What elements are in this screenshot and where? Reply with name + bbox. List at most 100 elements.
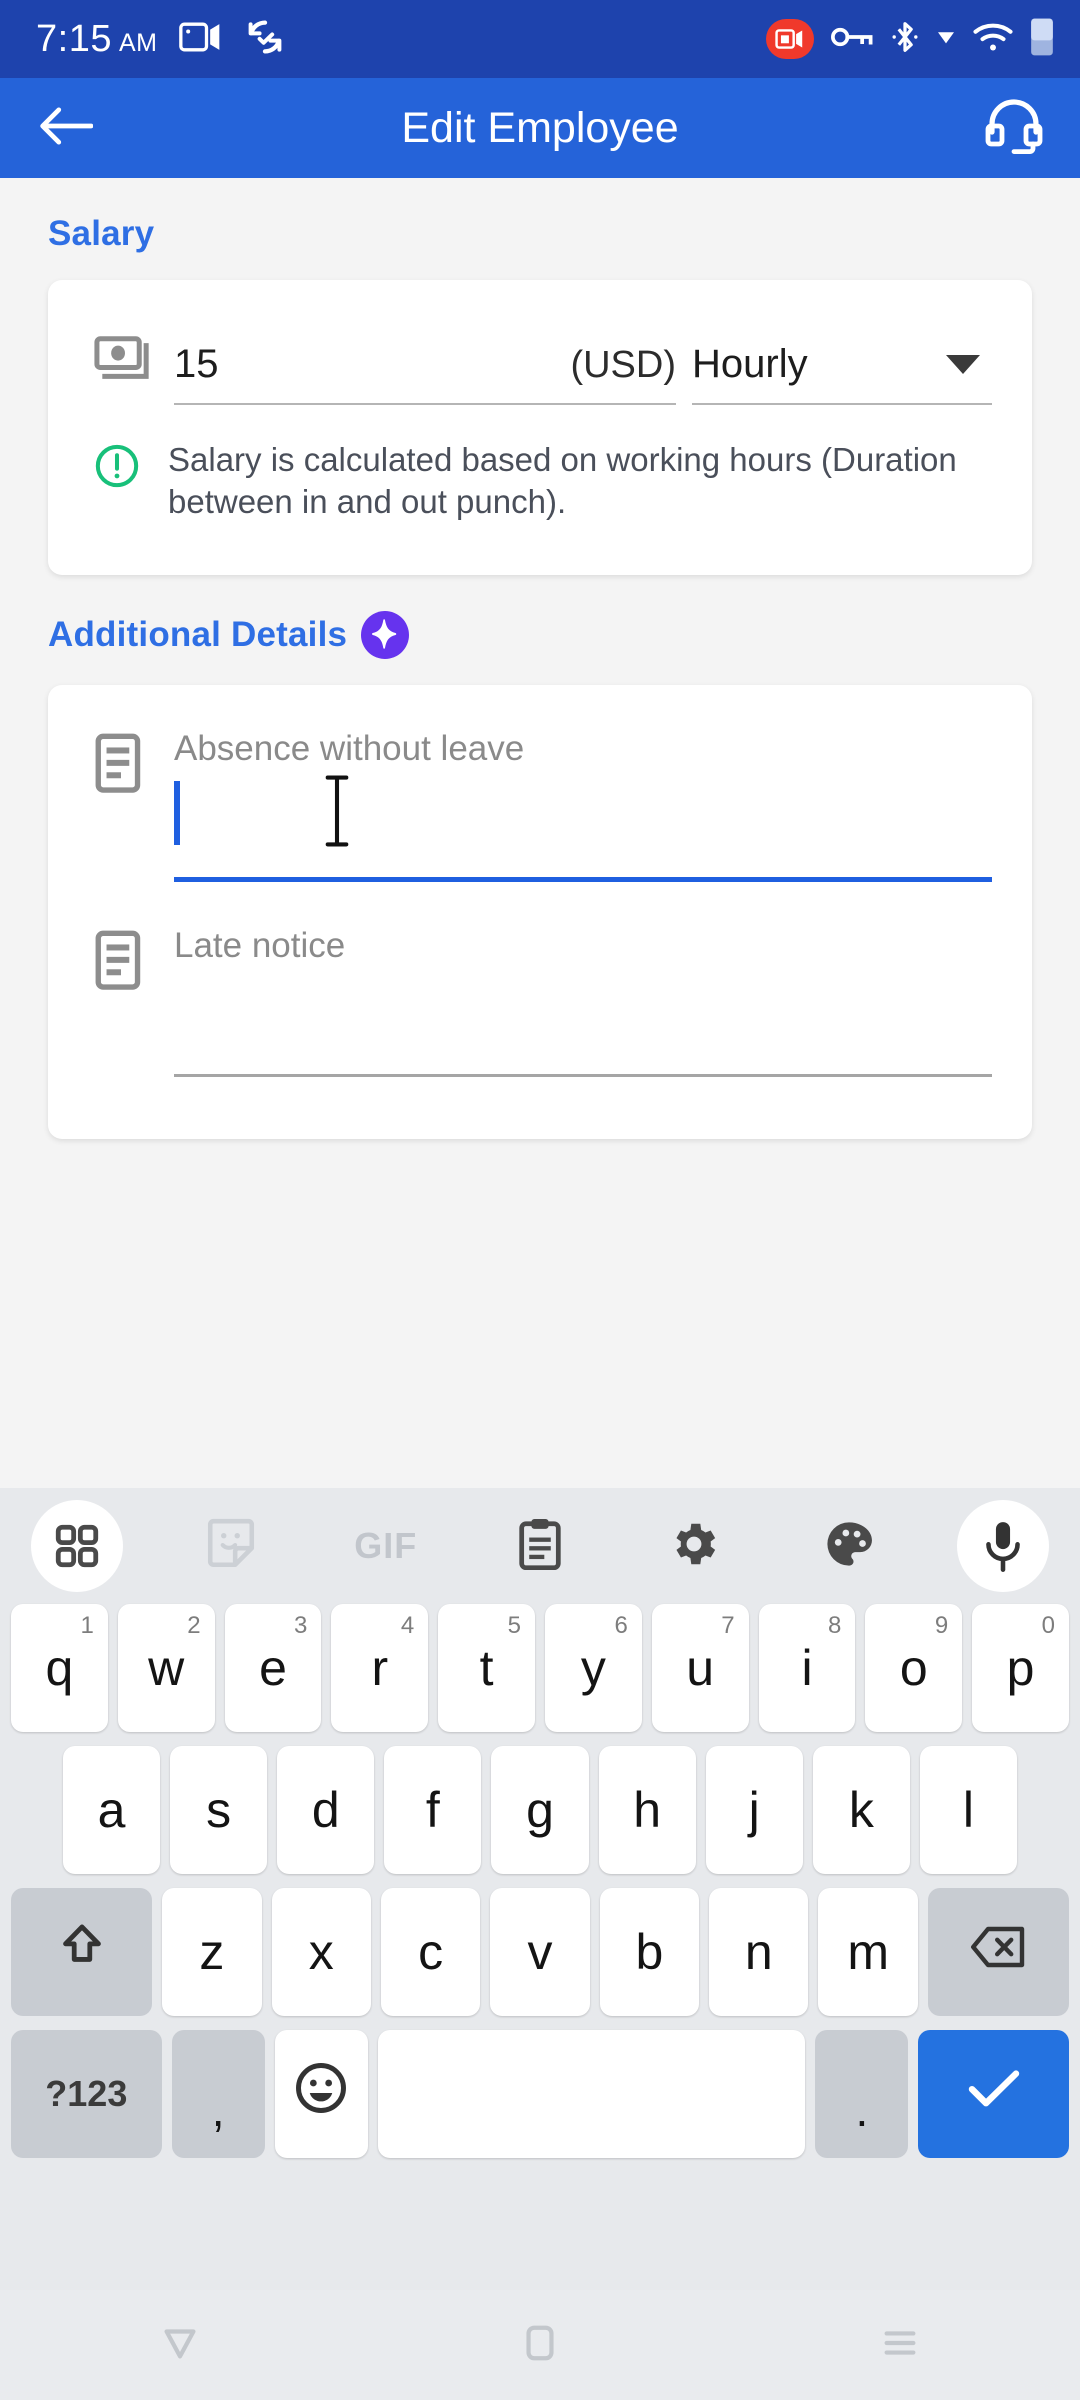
keyboard-row-1: 1q 2w 3e 4r 5t 6y 7u 8i 9o 0p	[6, 1604, 1074, 1732]
keyboard-tool-clipboard[interactable]	[463, 1516, 617, 1577]
screen-record-badge	[766, 19, 814, 59]
microphone-icon	[956, 1500, 1049, 1592]
salary-currency-label: (USD)	[570, 344, 676, 386]
page-title: Edit Employee	[401, 103, 679, 152]
sparkle-badge-icon	[361, 611, 410, 660]
nav-home-button[interactable]	[360, 2320, 720, 2371]
field-late-notice[interactable]: Late notice	[48, 882, 1032, 1078]
salary-amount-field[interactable]: 15 (USD)	[174, 342, 676, 405]
key-b[interactable]: b	[599, 1888, 700, 2016]
key-z[interactable]: z	[162, 1888, 262, 2016]
field-late-notice-label: Late notice	[174, 926, 346, 966]
status-clock: 7:15 AM	[36, 18, 157, 61]
key-l[interactable]: l	[919, 1746, 1017, 1874]
keyboard-tool-theme[interactable]	[771, 1517, 925, 1576]
key-s[interactable]: s	[170, 1746, 268, 1874]
keyboard-tool-apps[interactable]	[0, 1500, 154, 1592]
sync-check-icon	[245, 19, 285, 60]
key-j[interactable]: j	[705, 1746, 803, 1874]
backspace-icon	[970, 1923, 1026, 1981]
wifi-icon	[972, 21, 1014, 58]
late-notice-input[interactable]	[174, 966, 992, 1074]
key-n[interactable]: n	[709, 1888, 809, 2016]
key-k[interactable]: k	[812, 1746, 910, 1874]
keyboard-tool-voice[interactable]	[926, 1500, 1080, 1592]
key-sup: 2	[187, 1612, 201, 1639]
period-key[interactable]: .	[815, 2030, 909, 2158]
field-absence-label: Absence without leave	[174, 729, 525, 769]
key-v[interactable]: v	[490, 1888, 590, 2016]
key-e[interactable]: 3e	[224, 1604, 322, 1732]
key-sup: 4	[400, 1612, 415, 1639]
app-bar: Edit Employee	[0, 78, 1080, 178]
space-key[interactable]	[377, 2030, 806, 2158]
key-label: q	[45, 1640, 74, 1696]
back-button[interactable]	[30, 92, 102, 164]
bluetooth-icon	[890, 20, 920, 59]
status-bar: 7:15 AM	[0, 0, 1080, 78]
key-sup: 1	[80, 1612, 94, 1639]
key-y[interactable]: 6y	[545, 1604, 642, 1732]
key-o[interactable]: 9o	[865, 1604, 963, 1732]
nav-back-button[interactable]	[0, 2320, 360, 2371]
emoji-key[interactable]	[274, 2030, 368, 2158]
keyboard-toolbar: GIF	[0, 1488, 1080, 1604]
period-label: .	[855, 2084, 869, 2136]
keyboard-tool-settings[interactable]	[617, 1517, 771, 1576]
field-absence-without-leave[interactable]: Absence without leave	[48, 685, 1032, 883]
keyboard-row-2: a s d f g h j k l	[6, 1746, 1074, 1874]
key-d[interactable]: d	[277, 1746, 375, 1874]
key-p[interactable]: 0p	[972, 1604, 1069, 1732]
document-lines-icon	[94, 685, 156, 882]
keyboard-tool-sticker[interactable]	[154, 1517, 308, 1576]
key-g[interactable]: g	[491, 1746, 589, 1874]
key-a[interactable]: a	[63, 1746, 161, 1874]
triangle-back-icon	[157, 2320, 203, 2371]
key-label: i	[801, 1640, 813, 1696]
keyboard-tool-gif[interactable]: GIF	[309, 1525, 463, 1567]
text-caret	[174, 781, 180, 846]
comma-key[interactable]: ,	[171, 2030, 265, 2158]
symbols-key[interactable]: ?123	[11, 2030, 162, 2158]
keyboard-rows: 1q 2w 3e 4r 5t 6y 7u 8i 9o 0p a s d f g …	[0, 1604, 1080, 2158]
battery-icon	[1030, 17, 1054, 62]
key-r[interactable]: 4r	[331, 1604, 429, 1732]
key-w[interactable]: 2w	[117, 1604, 215, 1732]
salary-amount-value: 15	[174, 342, 219, 386]
comma-label: ,	[211, 2084, 225, 2136]
additional-details-label: Additional Details	[48, 615, 348, 655]
headset-icon	[983, 98, 1045, 159]
key-sup: 7	[721, 1612, 735, 1639]
shift-key[interactable]	[11, 1888, 153, 2016]
key-c[interactable]: c	[380, 1888, 481, 2016]
apps-grid-icon	[31, 1500, 124, 1592]
key-t[interactable]: 5t	[438, 1604, 535, 1732]
key-x[interactable]: x	[271, 1888, 371, 2016]
status-bar-right	[766, 17, 1054, 62]
additional-details-card: Absence without leave Late notice	[48, 685, 1032, 1140]
key-q[interactable]: 1q	[11, 1604, 108, 1732]
status-bar-left: 7:15 AM	[36, 18, 766, 61]
key-h[interactable]: h	[598, 1746, 696, 1874]
enter-key[interactable]	[918, 2030, 1069, 2158]
absence-without-leave-input[interactable]	[174, 769, 992, 877]
key-m[interactable]: m	[818, 1888, 918, 2016]
palette-icon	[822, 1517, 876, 1576]
key-sup: 9	[934, 1612, 949, 1639]
salary-type-value: Hourly	[692, 342, 808, 386]
nav-recents-button[interactable]	[720, 2322, 1080, 2369]
screen-cast-icon	[179, 20, 223, 59]
key-f[interactable]: f	[384, 1746, 482, 1874]
salary-note-text: Salary is calculated based on working ho…	[168, 441, 957, 521]
key-label: u	[686, 1640, 715, 1696]
key-label: o	[899, 1640, 928, 1696]
key-label: e	[259, 1640, 287, 1696]
keyboard-row-4: ?123 , .	[6, 2030, 1074, 2158]
backspace-key[interactable]	[927, 1888, 1070, 2016]
salary-card: 15 (USD) Hourly Salary is calculated bas…	[48, 280, 1032, 576]
android-nav-bar	[0, 2290, 1080, 2400]
support-button[interactable]	[978, 92, 1050, 164]
salary-type-dropdown[interactable]: Hourly	[692, 342, 992, 405]
key-u[interactable]: 7u	[651, 1604, 749, 1732]
key-i[interactable]: 8i	[758, 1604, 856, 1732]
